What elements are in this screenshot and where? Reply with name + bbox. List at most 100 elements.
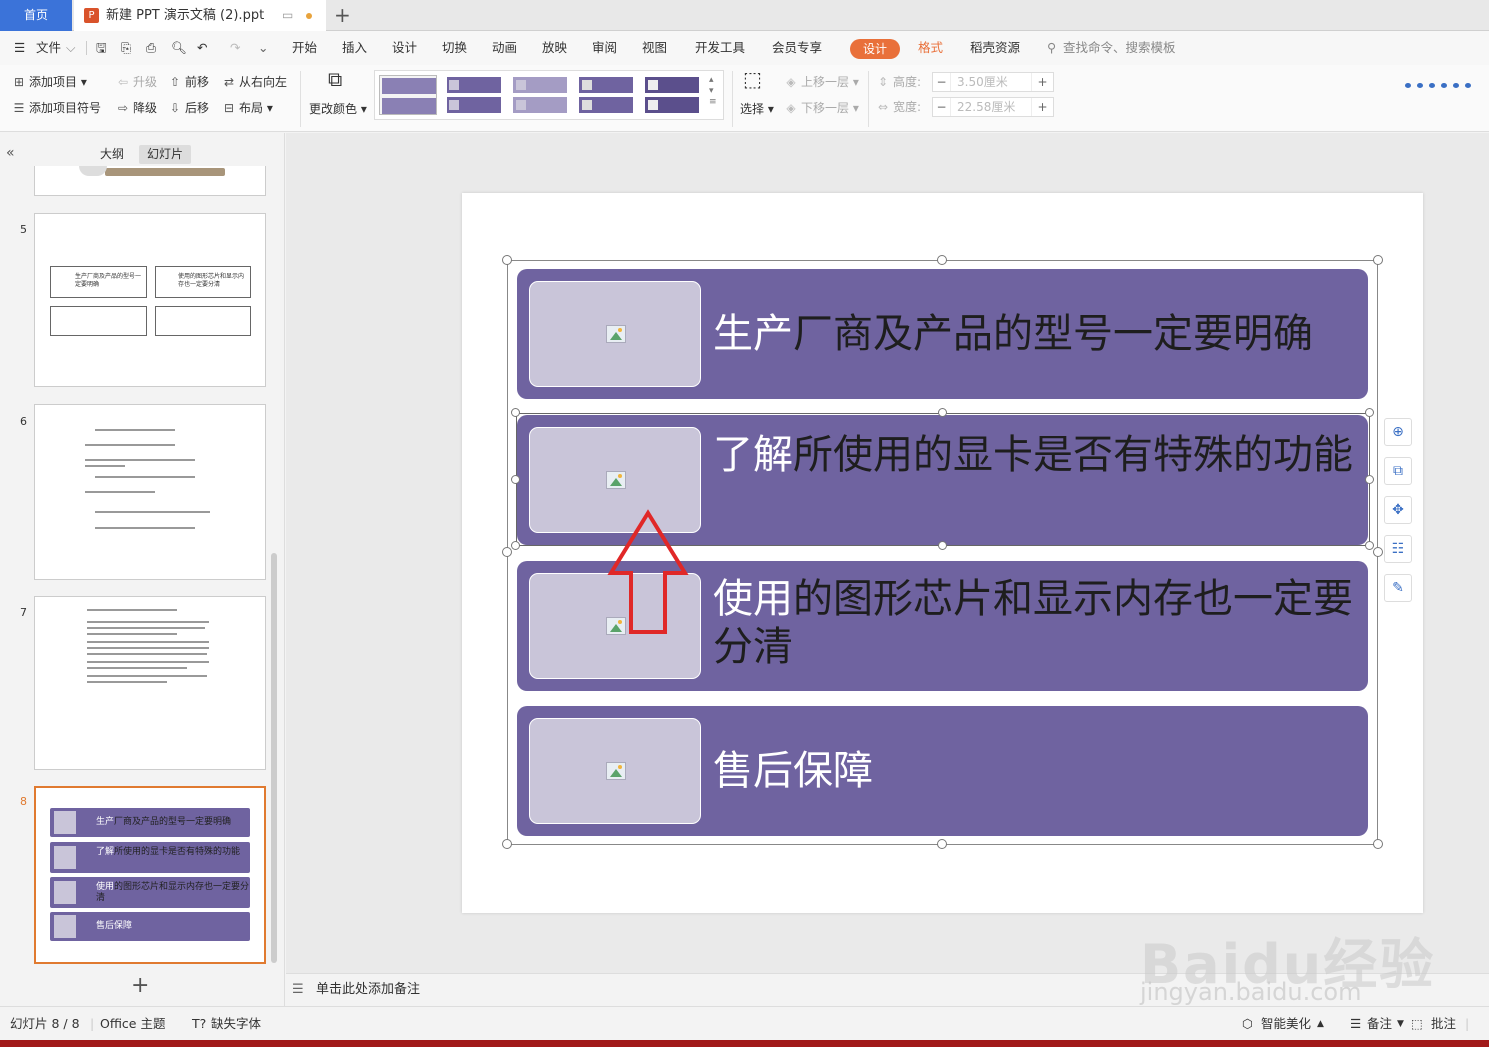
shape-handle[interactable] xyxy=(938,541,947,550)
style-swatch-5[interactable] xyxy=(643,75,701,115)
height-increase-button[interactable]: + xyxy=(1031,73,1053,91)
resize-handle[interactable] xyxy=(937,255,947,265)
shape-handle[interactable] xyxy=(511,408,520,417)
panel-scrollbar[interactable] xyxy=(271,553,277,963)
hamburger-icon[interactable]: ☰ xyxy=(14,31,25,65)
home-tab[interactable]: 首页 xyxy=(0,0,72,31)
menu-resources[interactable]: 稻壳资源 xyxy=(970,31,1020,65)
smart-beautify-button[interactable]: 智能美化 xyxy=(1261,1007,1311,1041)
style-swatch-1[interactable] xyxy=(379,75,437,115)
notes-toggle-icon[interactable]: ☰ xyxy=(1350,1007,1361,1041)
shape-handle[interactable] xyxy=(1365,541,1374,550)
chevron-down-icon[interactable]: ▼ xyxy=(1397,1007,1404,1041)
menu-home[interactable]: 开始 xyxy=(292,31,317,65)
search-icon[interactable]: ⚲ xyxy=(1047,31,1056,65)
monitor-icon[interactable]: ▭ xyxy=(282,0,293,31)
style-swatch-4[interactable] xyxy=(577,75,635,115)
theme-name[interactable]: Office 主题 xyxy=(100,1007,165,1041)
menu-design[interactable]: 设计 xyxy=(392,31,417,65)
style-swatch-3[interactable] xyxy=(511,75,569,115)
shape-style-icon[interactable]: ✥ xyxy=(1384,496,1412,524)
new-tab-button[interactable]: + xyxy=(334,0,351,30)
smart-beautify-icon[interactable]: ⬡ xyxy=(1242,1007,1253,1041)
layout-button[interactable]: ⊟ 布局 ▾ xyxy=(222,100,273,116)
thumbnail-row: 了解所使用的显卡是否有特殊的功能 xyxy=(50,842,250,873)
shape-handle[interactable] xyxy=(511,475,520,484)
missing-font-icon[interactable]: T? xyxy=(192,1007,206,1041)
shape-handle[interactable] xyxy=(1365,408,1374,417)
resize-handle[interactable] xyxy=(502,255,512,265)
resize-handle[interactable] xyxy=(1373,255,1383,265)
shape-handle[interactable] xyxy=(938,408,947,417)
quick-access-dropdown-icon[interactable]: ⌄ xyxy=(258,31,268,65)
slide-thumbnail-6[interactable] xyxy=(34,404,266,580)
select-button[interactable]: 选择 ▾ xyxy=(740,101,774,117)
add-bullet-button[interactable]: ☰ 添加项目符号 xyxy=(12,100,101,116)
change-layout-icon[interactable]: ⧉ xyxy=(1384,457,1412,485)
promote-button[interactable]: ⇦ 升级 xyxy=(116,74,157,90)
slide-thumbnail-8[interactable]: 生产厂商及产品的型号一定要明确 了解所使用的显卡是否有特殊的功能 使用的图形芯片… xyxy=(34,786,266,964)
save-icon[interactable]: 🖫 xyxy=(96,31,107,65)
resize-handle[interactable] xyxy=(1373,839,1383,849)
change-color-button[interactable]: 更改颜色 ▾ xyxy=(309,101,367,117)
height-decrease-button[interactable]: − xyxy=(933,73,951,91)
redo-icon[interactable]: ↷ xyxy=(230,31,240,65)
width-decrease-button[interactable]: − xyxy=(933,98,951,116)
add-item-button[interactable]: ⊞ 添加项目 ▾ xyxy=(12,74,87,90)
print-icon[interactable]: ⎙ xyxy=(146,31,156,65)
menu-insert[interactable]: 插入 xyxy=(342,31,367,65)
demote-button[interactable]: ⇨ 降级 xyxy=(116,100,157,116)
menu-animation[interactable]: 动画 xyxy=(492,31,517,65)
slide-thumbnail-7[interactable] xyxy=(34,596,266,770)
missing-font[interactable]: 缺失字体 xyxy=(211,1007,261,1041)
menu-slideshow[interactable]: 放映 xyxy=(542,31,567,65)
resize-handle[interactable] xyxy=(1373,547,1383,557)
resize-handle[interactable] xyxy=(502,547,512,557)
right-to-left-button[interactable]: ⇄ 从右向左 xyxy=(222,74,287,90)
pdf-export-icon[interactable]: ⎘ xyxy=(121,31,131,65)
resize-handle[interactable] xyxy=(502,839,512,849)
file-menu[interactable]: 文件 xyxy=(36,31,61,65)
command-search[interactable]: 查找命令、搜索模板 xyxy=(1063,31,1176,65)
menu-view[interactable]: 视图 xyxy=(642,31,667,65)
add-slide-button[interactable]: + xyxy=(131,973,149,998)
collapse-panel-icon[interactable]: « xyxy=(6,145,15,161)
comments-button[interactable]: 批注 xyxy=(1431,1007,1456,1041)
tab-outline[interactable]: 大纲 xyxy=(92,145,132,164)
tab-slides[interactable]: 幻灯片 xyxy=(139,145,192,164)
style-swatch-2[interactable] xyxy=(445,75,503,115)
comments-icon[interactable]: ⬚ xyxy=(1411,1007,1423,1041)
change-color-icon[interactable]: ⧉ xyxy=(328,69,342,89)
shape-handle[interactable] xyxy=(511,541,520,550)
resize-handle[interactable] xyxy=(937,839,947,849)
menu-transition[interactable]: 切换 xyxy=(442,31,467,65)
width-field[interactable]: −22.58厘米 + xyxy=(932,97,1054,117)
slide-thumbnail-4[interactable] xyxy=(34,166,266,196)
bring-forward-button[interactable]: ◈ 上移一层 ▾ xyxy=(784,74,858,90)
notes-toggle-button[interactable]: 备注 xyxy=(1367,1007,1392,1041)
smartart-design-tab[interactable]: 设计 xyxy=(850,39,900,59)
width-increase-button[interactable]: + xyxy=(1031,98,1053,116)
move-up-button[interactable]: ⇧ 前移 xyxy=(168,74,209,90)
slide-thumbnail-5[interactable]: 生产厂商及产品的型号一定要明确 使用的图形芯片和显示内存也一定要分清 xyxy=(34,213,266,387)
move-down-button[interactable]: ⇩ 后移 xyxy=(168,100,209,116)
menu-member[interactable]: 会员专享 xyxy=(772,31,822,65)
chevron-down-icon[interactable]: ⌵ xyxy=(66,31,75,65)
send-backward-button[interactable]: ◈ 下移一层 ▾ xyxy=(784,100,858,116)
shape-handle[interactable] xyxy=(1365,475,1374,484)
chevron-up-icon[interactable]: ▲ xyxy=(1317,1007,1324,1041)
pen-icon[interactable]: ✎ xyxy=(1384,574,1412,602)
slide-number: 8 xyxy=(20,795,27,808)
gallery-scroll-icon[interactable]: ▴ ▾ ≡ xyxy=(709,75,717,108)
notes-placeholder[interactable]: 单击此处添加备注 xyxy=(316,974,420,1006)
print-preview-icon[interactable]: 🔍︎ xyxy=(171,31,187,65)
document-tab[interactable]: P 新建 PPT 演示文稿 (2).ppt ▭ xyxy=(74,0,326,31)
select-pane-icon[interactable]: ⬚ xyxy=(743,69,762,89)
menu-developer[interactable]: 开发工具 xyxy=(695,31,745,65)
smartart-format-tab[interactable]: 格式 xyxy=(918,31,943,65)
add-text-icon[interactable]: ☷ xyxy=(1384,535,1412,563)
height-field[interactable]: −3.50厘米 + xyxy=(932,72,1054,92)
add-shape-icon[interactable]: ⊕ xyxy=(1384,418,1412,446)
undo-icon[interactable]: ↶ xyxy=(197,31,207,65)
menu-review[interactable]: 审阅 xyxy=(592,31,617,65)
